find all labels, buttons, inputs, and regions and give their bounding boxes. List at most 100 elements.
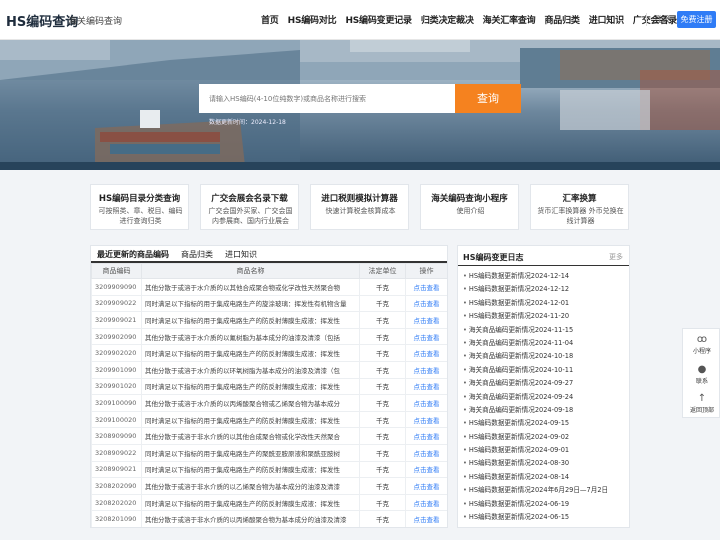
product-name: 同时满足以下指标的用于集成电路生产的防反射薄膜生成液：挥发性	[141, 493, 360, 512]
changelog-item[interactable]: HS编码数据更新情况2024-08-14	[463, 471, 608, 484]
product-code: 3209901090	[91, 360, 142, 379]
table-row: 3208202090 其他分散于或溶于非水介质的以乙烯聚合物为基本成分的油漆及清漆…	[91, 477, 447, 495]
column-header: 商品编码	[91, 263, 142, 279]
float-label: 返回顶部	[689, 407, 714, 414]
back-to-top-button[interactable]: ↑ 返回顶部	[683, 393, 720, 414]
card-miniprogram[interactable]: 海关编码查询小程序 使用介绍	[420, 184, 519, 230]
changelog-item[interactable]: 海关商品编码更新情况2024-10-18	[463, 350, 608, 363]
view-link[interactable]: 点击查看	[405, 360, 447, 379]
view-link[interactable]: 点击查看	[405, 278, 447, 296]
changelog-item[interactable]: 海关商品编码更新情况2024-10-11	[463, 364, 608, 377]
table-row: 3209902020 同时满足以下指标的用于集成电路生产的防反射薄膜生成液：挥发性…	[91, 344, 447, 362]
changelog-item[interactable]: HS编码数据更新情况2024-08-30	[463, 457, 608, 470]
changelog-item[interactable]: HS编码数据更新情况2024-09-01	[463, 444, 608, 457]
view-link[interactable]: 点击查看	[405, 477, 447, 495]
login-link[interactable]: 登录	[654, 14, 670, 25]
card-canton-fair-download[interactable]: 广交会展会名录下载 广交会国外买家、广交会国内参展商、国内行业展会	[200, 184, 299, 230]
product-name: 同时满足以下指标的用于集成电路生产的防反射薄膜生成液：挥发性	[141, 410, 360, 429]
changelog-item[interactable]: HS编码数据更新情况2024-11-20	[463, 310, 608, 323]
changelog-item[interactable]: HS编码数据更新情况2024-12-12	[463, 283, 608, 296]
view-link[interactable]: 点击查看	[405, 460, 447, 479]
float-label: 联系	[695, 378, 708, 385]
changelog-item[interactable]: 海关商品编码更新情况2024-11-15	[463, 324, 608, 337]
product-name: 其他分散于或溶于水介质的以氟树脂为基本成分的油漆及清漆（包括	[141, 327, 360, 346]
product-unit: 千克	[359, 460, 406, 479]
site-header: HS编码查询 海关编码查询 首页 HS编码对比 HS编码变更记录 归类决定裁决 …	[0, 0, 720, 40]
product-name: 其他分散于或溶于水介质的以其他合成聚合物或化学改性天然聚合物	[141, 278, 360, 296]
view-link[interactable]: 点击查看	[405, 327, 447, 346]
card-tax-calculator[interactable]: 进口税则模拟计算器 快速计算税金核算成本	[310, 184, 409, 230]
divider	[458, 265, 629, 266]
view-link[interactable]: 点击查看	[405, 443, 447, 462]
tab-recent-codes[interactable]: 最近更新的商品编码	[91, 246, 175, 261]
view-link[interactable]: 点击查看	[405, 493, 447, 512]
tab-classification[interactable]: 商品归类	[175, 246, 219, 261]
changelog-item[interactable]: HS编码数据更新情况2024-06-15	[463, 511, 608, 524]
register-button[interactable]: 免费注册	[677, 11, 716, 28]
recent-products-panel: 最近更新的商品编码 商品归类 进口知识 商品编码 商品名称 法定单位 操作 32…	[90, 245, 448, 528]
changelog-item[interactable]: 海关商品编码更新情况2024-09-24	[463, 391, 608, 404]
product-name: 同时满足以下指标的用于集成电路生产的防反射薄膜生成液：挥发性	[141, 377, 360, 396]
view-link[interactable]: 点击查看	[405, 344, 447, 362]
view-link[interactable]: 点击查看	[405, 427, 447, 445]
product-name: 同时满足以下指标的用于集成电路生产的防反射薄膜生成液：挥发性	[141, 460, 360, 479]
product-name: 其他分散于或溶于水介质的以环氧树脂为基本成分的油漆及清漆（包	[141, 360, 360, 379]
nav-import-knowledge[interactable]: 进口知识	[589, 13, 624, 26]
view-link[interactable]: 点击查看	[405, 410, 447, 429]
table-row: 3208201090 其他分散于或溶于非水介质的以丙烯酸聚合物为基本成分的油漆及清…	[91, 510, 447, 527]
view-link[interactable]: 点击查看	[405, 510, 447, 527]
table-row: 3209901090 其他分散于或溶于水介质的以环氧树脂为基本成分的油漆及清漆（包…	[91, 360, 447, 379]
view-link[interactable]: 点击查看	[405, 294, 447, 313]
nav-hs-changes[interactable]: HS编码变更记录	[345, 13, 412, 26]
product-code: 3209901020	[91, 377, 142, 396]
changelog-item[interactable]: 海关商品编码更新情况2024-11-04	[463, 337, 608, 350]
changelog-item[interactable]: HS编码数据更新情况2024年6月29日—7月2日	[463, 484, 608, 497]
contact-float-button[interactable]: ● 联系	[683, 364, 720, 385]
miniprogram-float-button[interactable]: ꝏ 小程序	[683, 334, 720, 355]
nav-rulings[interactable]: 归类决定裁决	[421, 13, 474, 26]
nav-exchange-rates[interactable]: 海关汇率查询	[483, 13, 536, 26]
product-unit: 千克	[359, 327, 406, 346]
changelog-item[interactable]: HS编码数据更新情况2024-12-14	[463, 270, 608, 283]
product-name: 其他分散于或溶于非水介质的以丙烯酸聚合物为基本成分的油漆及清漆	[141, 510, 360, 527]
view-link[interactable]: 点击查看	[405, 394, 447, 412]
search-input[interactable]	[199, 84, 455, 113]
column-header: 商品名称	[141, 263, 360, 279]
search-button[interactable]: 查询	[455, 84, 521, 113]
card-title: 汇率换算	[562, 194, 597, 204]
card-desc: 快速计算税金核算成本	[325, 207, 396, 215]
tab-import-knowledge[interactable]: 进口知识	[219, 246, 263, 261]
changelog-item[interactable]: HS编码数据更新情况2024-09-02	[463, 431, 608, 444]
card-hs-catalog[interactable]: HS编码目录分类查询 可按照类、章、税目、编码进行查询归类	[90, 184, 189, 230]
changelog-item[interactable]: HS编码数据更新情况2024-06-19	[463, 498, 608, 511]
changelog-item[interactable]: HS编码数据更新情况2024-09-15	[463, 417, 608, 430]
arrow-up-icon: ↑	[697, 393, 707, 404]
product-code: 3208202090	[91, 477, 142, 495]
view-link[interactable]: 点击查看	[405, 377, 447, 396]
changelog-more-link[interactable]: 更多	[609, 252, 623, 262]
card-currency-converter[interactable]: 汇率换算 货币汇率换算器 外币兑换在线计算器	[530, 184, 629, 230]
product-unit: 千克	[359, 410, 406, 429]
product-name: 同时满足以下指标的用于集成电路生产的聚酰亚胺原液和聚酰亚胺树	[141, 443, 360, 462]
changelog-item[interactable]: HS编码数据更新情况2024-12-01	[463, 297, 608, 310]
changelog-item[interactable]: 海关商品编码更新情况2024-09-27	[463, 377, 608, 390]
floating-toolbar: ꝏ 小程序 ● 联系 ↑ 返回顶部	[682, 328, 720, 418]
float-label: 小程序	[692, 348, 711, 355]
product-code: 3209100090	[91, 394, 142, 412]
table-row: 3209100090 其他分散于或溶于水介质的以丙烯酸聚合物或乙烯聚合物为基本成分…	[91, 394, 447, 412]
product-unit: 千克	[359, 278, 406, 296]
nav-home[interactable]: 首页	[261, 13, 279, 26]
card-title: 广交会展会名录下载	[211, 194, 288, 204]
changelog-item[interactable]: 海关商品编码更新情况2024-09-18	[463, 404, 608, 417]
product-unit: 千克	[359, 360, 406, 379]
table-row: 3208909021 同时满足以下指标的用于集成电路生产的防反射薄膜生成液：挥发性…	[91, 460, 447, 479]
nav-hs-compare[interactable]: HS编码对比	[288, 13, 337, 26]
table-row: 3208909022 同时满足以下指标的用于集成电路生产的聚酰亚胺原液和聚酰亚胺树…	[91, 443, 447, 462]
product-unit: 千克	[359, 427, 406, 445]
product-name: 同时满足以下指标的用于集成电路生产的防反射薄膜生成液：挥发性	[141, 311, 360, 329]
nav-classification[interactable]: 商品归类	[544, 13, 579, 26]
column-header: 法定单位	[359, 263, 406, 279]
product-name: 其他分散于或溶于非水介质的以乙烯聚合物为基本成分的油漆及清漆	[141, 477, 360, 495]
product-code: 3209909090	[91, 278, 142, 296]
view-link[interactable]: 点击查看	[405, 311, 447, 329]
